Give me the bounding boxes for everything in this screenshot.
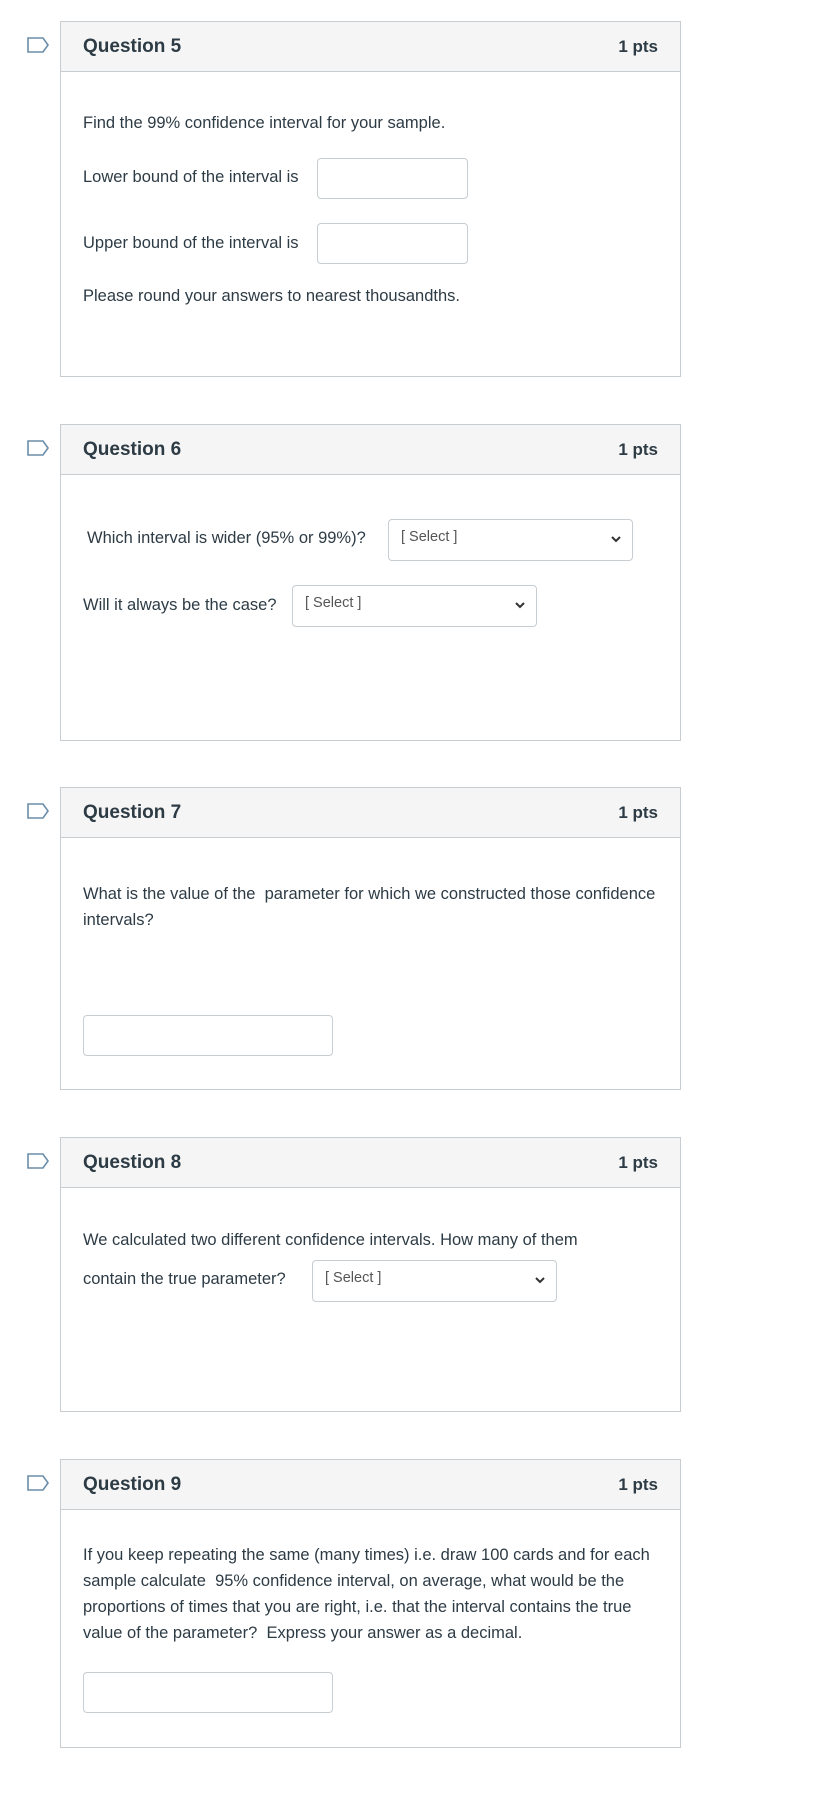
question-8-card: Question 8 1 pts We calculated two diffe… [60,1137,681,1412]
select-value: [ Select ] [401,529,458,545]
chevron-down-icon [515,602,525,609]
question-points: 1 pts [618,37,658,56]
question-title: Question 6 [83,439,182,460]
true-parameter-count-select[interactable]: [ Select ] [312,1260,557,1302]
always-case-select[interactable]: [ Select ] [292,585,537,627]
question-points: 1 pts [618,1475,658,1494]
flag-question-8-icon[interactable] [27,1153,49,1169]
flag-question-6-icon[interactable] [27,440,49,456]
wider-interval-select[interactable]: [ Select ] [388,519,633,561]
question-6-card: Question 6 1 pts Which interval is wider… [60,424,681,741]
question-prompt: Find the 99% confidence interval for you… [83,114,446,132]
rounding-note: Please round your answers to nearest tho… [83,287,460,305]
flag-question-5-icon[interactable] [27,37,49,53]
proportion-answer-input[interactable] [83,1672,333,1713]
select-value: [ Select ] [305,595,362,611]
question-prompt-line2: contain the true parameter? [83,1270,286,1288]
upper-bound-label: Upper bound of the interval is [83,234,299,252]
flag-question-9-icon[interactable] [27,1475,49,1491]
question-prompt: What is the value of the parameter for w… [83,885,660,929]
question-7-card: Question 7 1 pts What is the value of th… [60,787,681,1090]
question-title: Question 5 [83,36,182,57]
question-8-header: Question 8 1 pts [61,1138,680,1188]
question-points: 1 pts [618,1153,658,1172]
parameter-answer-input[interactable] [83,1015,333,1056]
question-prompt: If you keep repeating the same (many tim… [83,1546,655,1642]
lower-bound-input[interactable] [317,158,468,199]
question-7-header: Question 7 1 pts [61,788,680,838]
question-9-card: Question 9 1 pts If you keep repeating t… [60,1459,681,1748]
flag-question-7-icon[interactable] [27,803,49,819]
question-title: Question 9 [83,1474,182,1495]
question-title: Question 7 [83,802,182,823]
question-title: Question 8 [83,1152,182,1173]
question-points: 1 pts [618,440,658,459]
lower-bound-label: Lower bound of the interval is [83,168,299,186]
question-prompt-line1: We calculated two different confidence i… [83,1231,578,1249]
always-case-label: Will it always be the case? [83,596,277,614]
question-9-header: Question 9 1 pts [61,1460,680,1510]
question-points: 1 pts [618,803,658,822]
chevron-down-icon [611,536,621,543]
question-5-header: Question 5 1 pts [61,22,680,72]
upper-bound-input[interactable] [317,223,468,264]
wider-interval-label: Which interval is wider (95% or 99%)? [87,529,366,547]
chevron-down-icon [535,1277,545,1284]
question-6-header: Question 6 1 pts [61,425,680,475]
question-5-card: Question 5 1 pts Find the 99% confidence… [60,21,681,377]
select-value: [ Select ] [325,1270,382,1286]
